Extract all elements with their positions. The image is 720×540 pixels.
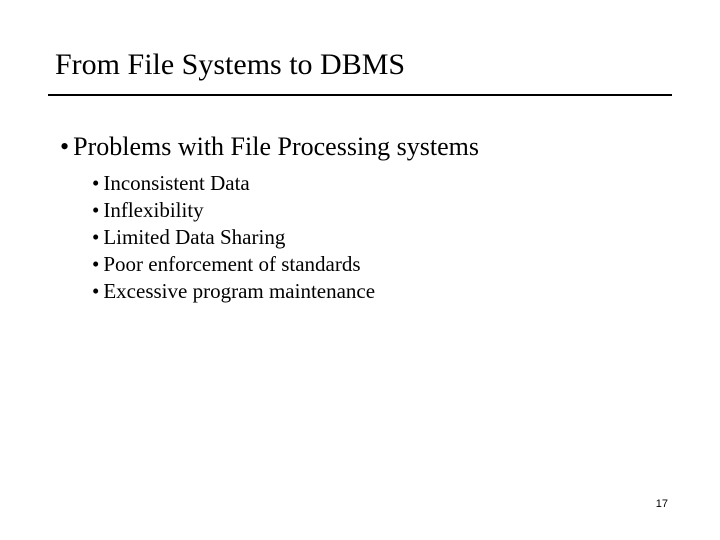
bullet-icon: • [92, 197, 99, 224]
bullet-icon: • [60, 132, 69, 162]
list-item: •Inconsistent Data [92, 170, 375, 197]
title-underline [48, 94, 672, 96]
list-item-text: Limited Data Sharing [103, 225, 285, 249]
slide-title: From File Systems to DBMS [55, 48, 405, 82]
list-item: •Poor enforcement of standards [92, 251, 375, 278]
list-item: •Inflexibility [92, 197, 375, 224]
bullet-icon: • [92, 278, 99, 305]
bullet-icon: • [92, 170, 99, 197]
list-item-text: Inflexibility [103, 198, 203, 222]
bullet-icon: • [92, 224, 99, 251]
list-item-text: Poor enforcement of standards [103, 252, 360, 276]
list-item-text: Inconsistent Data [103, 171, 249, 195]
bullet-icon: • [92, 251, 99, 278]
page-number: 17 [656, 498, 668, 510]
main-bullet-text: Problems with File Processing systems [73, 132, 479, 161]
list-item: •Limited Data Sharing [92, 224, 375, 251]
list-item: •Excessive program maintenance [92, 278, 375, 305]
main-bullet: •Problems with File Processing systems [60, 132, 479, 162]
sub-bullet-list: •Inconsistent Data •Inflexibility •Limit… [92, 170, 375, 304]
list-item-text: Excessive program maintenance [103, 279, 375, 303]
slide: From File Systems to DBMS •Problems with… [0, 0, 720, 540]
